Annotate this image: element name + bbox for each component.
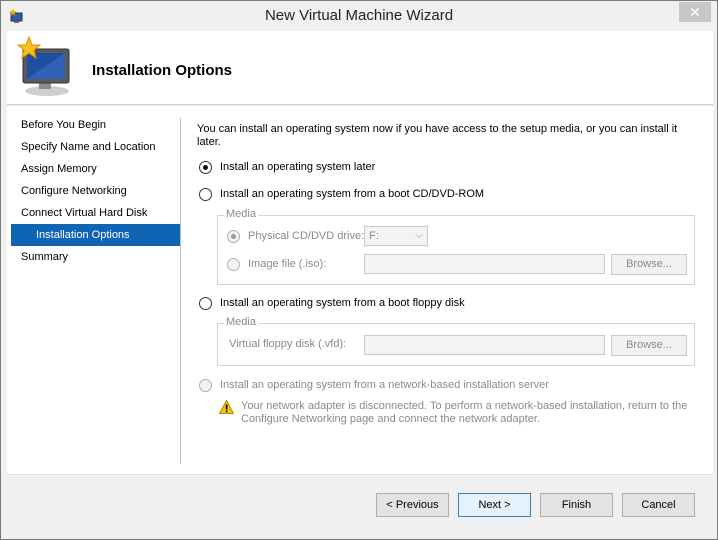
drive-select[interactable]: F: ⌵	[364, 226, 428, 246]
option-install-cd-label: Install an operating system from a boot …	[220, 188, 485, 200]
browse-vfd-button[interactable]: Browse...	[611, 335, 687, 356]
radio-install-network[interactable]	[199, 378, 212, 392]
nav-item-label: Before You Begin	[21, 119, 107, 131]
nav-item-connect-vhd[interactable]: Connect Virtual Hard Disk	[7, 202, 181, 224]
chevron-down-icon: ⌵	[415, 230, 423, 241]
nav-item-label: Specify Name and Location	[21, 141, 156, 153]
browse-iso-button[interactable]: Browse...	[611, 254, 687, 275]
vfd-label: Virtual floppy disk (.vfd):	[229, 338, 347, 350]
image-file-input[interactable]	[364, 254, 605, 274]
option-install-floppy[interactable]: Install an operating system from a boot …	[199, 295, 465, 311]
close-button[interactable]: ✕	[679, 2, 711, 22]
option-image-file[interactable]: Image file (.iso):	[227, 256, 326, 272]
option-install-network-label: Install an operating system from a netwo…	[220, 379, 549, 391]
warning-icon	[219, 400, 234, 414]
option-install-cd[interactable]: Install an operating system from a boot …	[199, 186, 484, 202]
option-install-floppy-label: Install an operating system from a boot …	[220, 297, 465, 309]
finish-button[interactable]: Finish	[540, 493, 613, 517]
page-title: Installation Options	[92, 62, 233, 79]
radio-install-floppy[interactable]	[199, 296, 212, 310]
nav-divider	[180, 118, 181, 464]
option-install-network[interactable]: Install an operating system from a netwo…	[199, 377, 549, 393]
monitor-with-star-icon	[16, 35, 70, 96]
option-install-later[interactable]: Install an operating system later	[199, 159, 375, 175]
cd-media-legend: Media	[224, 208, 258, 220]
title-bar[interactable]: New Virtual Machine Wizard ✕	[1, 1, 717, 31]
drive-select-value: F:	[369, 230, 379, 242]
nav-item-configure-networking[interactable]: Configure Networking	[7, 180, 181, 202]
floppy-media-group: Media Virtual floppy disk (.vfd): Browse…	[217, 316, 695, 366]
wizard-header: Installation Options	[7, 31, 713, 105]
previous-button[interactable]: < Previous	[376, 493, 449, 517]
window-title: New Virtual Machine Wizard	[264, 7, 454, 24]
radio-install-cd[interactable]	[199, 187, 212, 201]
image-file-label: Image file (.iso):	[248, 258, 327, 270]
option-physical-drive[interactable]: Physical CD/DVD drive:	[227, 228, 364, 244]
nav-item-label: Installation Options	[36, 229, 130, 241]
wizard-content: Before You Begin Specify Name and Locati…	[7, 106, 713, 474]
wizard-window: New Virtual Machine Wizard ✕ Installatio…	[0, 0, 718, 540]
nav-item-specify-name[interactable]: Specify Name and Location	[7, 136, 181, 158]
floppy-media-legend: Media	[224, 316, 258, 328]
nav-item-before-you-begin[interactable]: Before You Begin	[7, 114, 181, 136]
nav-item-label: Configure Networking	[21, 185, 127, 197]
nav-item-assign-memory[interactable]: Assign Memory	[7, 158, 181, 180]
network-warning: Your network adapter is disconnected. To…	[219, 400, 697, 426]
wizard-steps-nav: Before You Begin Specify Name and Locati…	[7, 114, 181, 268]
nav-item-label: Assign Memory	[21, 163, 97, 175]
radio-install-later[interactable]	[199, 160, 212, 174]
vfd-input[interactable]	[364, 335, 605, 355]
nav-item-label: Summary	[21, 251, 69, 263]
close-icon: ✕	[689, 4, 701, 20]
nav-item-summary[interactable]: Summary	[7, 246, 181, 268]
radio-image-file[interactable]	[227, 257, 240, 271]
warning-text: Your network adapter is disconnected. To…	[241, 400, 688, 425]
physical-drive-label: Physical CD/DVD drive:	[248, 230, 365, 242]
cancel-button[interactable]: Cancel	[622, 493, 695, 517]
intro-text: You can install an operating system now …	[197, 123, 678, 148]
option-install-later-label: Install an operating system later	[220, 161, 376, 173]
cd-media-group: Media Physical CD/DVD drive: F: ⌵ Image …	[217, 208, 695, 285]
wizard-footer: < Previous Next > Finish Cancel	[7, 474, 713, 534]
next-button[interactable]: Next >	[458, 493, 531, 517]
nav-item-installation-options[interactable]: Installation Options	[11, 224, 181, 246]
nav-item-label: Connect Virtual Hard Disk	[21, 207, 148, 219]
radio-physical-drive[interactable]	[227, 229, 240, 243]
